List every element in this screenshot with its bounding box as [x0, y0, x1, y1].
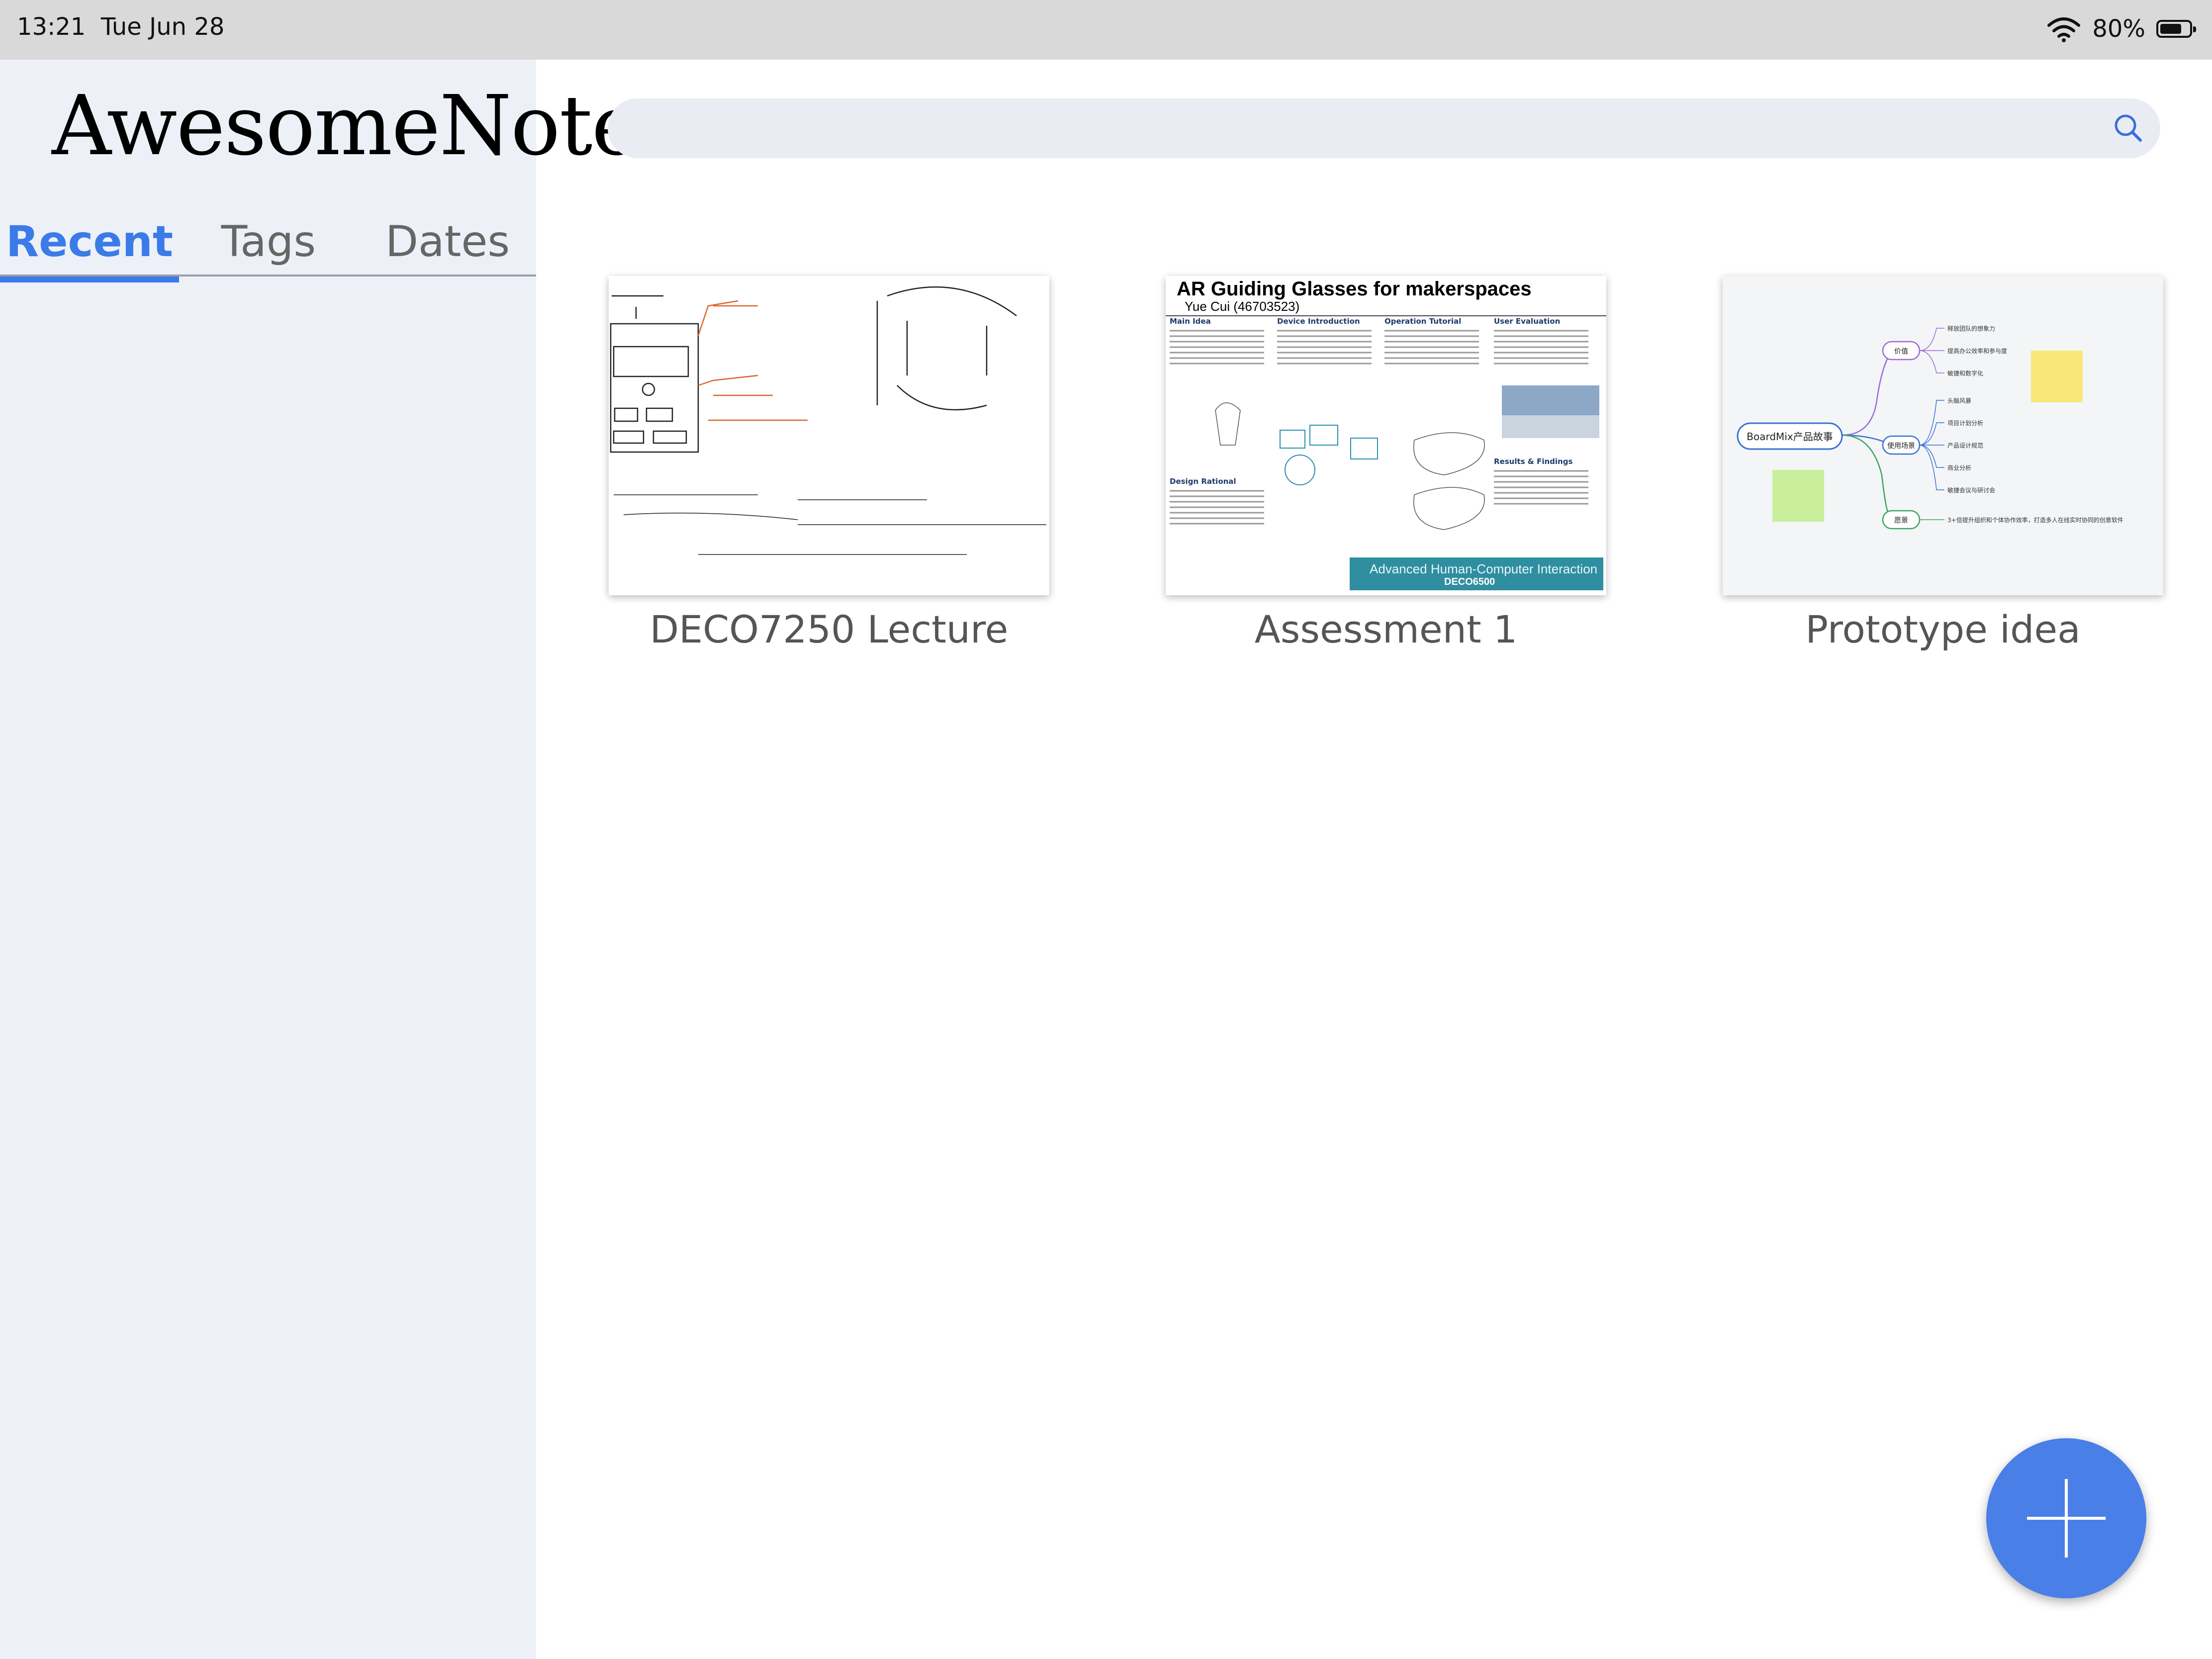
wifi-icon — [2047, 17, 2081, 42]
poster-section-title: Operation Tutorial — [1384, 317, 1461, 326]
note-card[interactable]: BoardMix产品故事 价值 释放团队的想象力提高办公效率和参与度 敏捷和数字化使… — [1723, 276, 2163, 651]
plus-icon-vertical — [2065, 1479, 2068, 1558]
note-card[interactable]: DECO7250 Lecture — [609, 276, 1049, 651]
note-title[interactable]: Assessment 1 — [1166, 607, 1606, 651]
poster-section-title: User Evaluation — [1494, 317, 1560, 326]
mindmap-edge — [1919, 350, 1944, 373]
search-bar[interactable] — [608, 98, 2160, 158]
poster-section-title: Design Rational — [1170, 477, 1236, 486]
status-right: 80% — [2046, 13, 2196, 45]
mindmap-leaf: 敏捷会议与研讨会 — [1947, 486, 1995, 494]
status-time: 13:21 Tue Jun 28 — [17, 13, 225, 41]
mindmap-leaf: 产品设计规范 — [1947, 442, 1983, 449]
app-title: AwesomeNote — [52, 78, 641, 174]
mindmap-leaf: 3+倍提升组织和个体协作效率，打造多人在线实时协同的创意软件 — [1947, 516, 2123, 524]
search-input[interactable] — [633, 108, 2077, 149]
battery-icon — [2156, 20, 2196, 38]
mindmap-branch-label: 愿景 — [1894, 517, 1908, 525]
note-thumbnail[interactable] — [609, 276, 1049, 595]
note-card[interactable]: AR Guiding Glasses for makerspaces Yue C… — [1166, 276, 1606, 651]
poster-section-title: Main Idea — [1170, 317, 1211, 326]
tab-bar: Recent Tags Dates — [0, 209, 537, 282]
handwritten-sketch-thumbnail — [610, 286, 1046, 555]
add-note-button[interactable] — [1986, 1438, 2146, 1598]
mindmap-root: BoardMix产品故事 — [1747, 431, 1833, 443]
mindmap-leaf: 释放团队的想象力 — [1947, 325, 1995, 332]
poster-section-title: Device Introduction — [1277, 317, 1360, 326]
tab-divider — [0, 275, 536, 276]
mindmap-leaf: 敏捷和数字化 — [1947, 369, 1983, 377]
mindmap-branch-label: 使用场景 — [1887, 442, 1915, 450]
poster-section-title: Results & Findings — [1494, 457, 1572, 466]
poster-body: Main Idea Device Introduction Operation Tu… — [1166, 315, 1606, 530]
poster-banner-code: DECO6500 — [1444, 576, 1495, 587]
tab-tags[interactable]: Tags — [179, 209, 358, 275]
poster-banner-text: Advanced Human-Computer Interaction — [1370, 561, 1598, 576]
mindmap-thumbnail: BoardMix产品故事 价值 释放团队的想象力提高办公效率和参与度敏捷和数字化使… — [1737, 325, 2123, 530]
mindmap-leaf: 商业分析 — [1947, 464, 1971, 471]
mindmap-branch-label: 价值 — [1894, 348, 1908, 356]
search-icon[interactable] — [2111, 110, 2146, 146]
note-thumbnail[interactable]: BoardMix产品故事 价值 释放团队的想象力提高办公效率和参与度 敏捷和数字化使… — [1723, 276, 2163, 595]
mindmap-leaf: 头脑风暴 — [1947, 397, 1971, 404]
mindmap-leaf: 项目计划分析 — [1947, 420, 1983, 427]
mindmap-edge — [1919, 328, 1944, 351]
tab-dates[interactable]: Dates — [358, 209, 537, 275]
mindmap-leaf: 提高办公效率和参与度 — [1947, 347, 2007, 355]
battery-percent: 80% — [2092, 15, 2145, 43]
note-title[interactable]: Prototype idea — [1723, 607, 2163, 651]
tab-recent[interactable]: Recent — [0, 209, 179, 275]
sidebar: AwesomeNote Recent Tags Dates — [0, 60, 641, 1659]
note-thumbnail[interactable]: AR Guiding Glasses for makerspaces Yue C… — [1166, 276, 1606, 595]
status-date: Tue Jun 28 — [100, 13, 225, 41]
status-bar: 13:21 Tue Jun 28 80% — [0, 0, 2212, 60]
note-title[interactable]: DECO7250 Lecture — [609, 607, 1049, 651]
